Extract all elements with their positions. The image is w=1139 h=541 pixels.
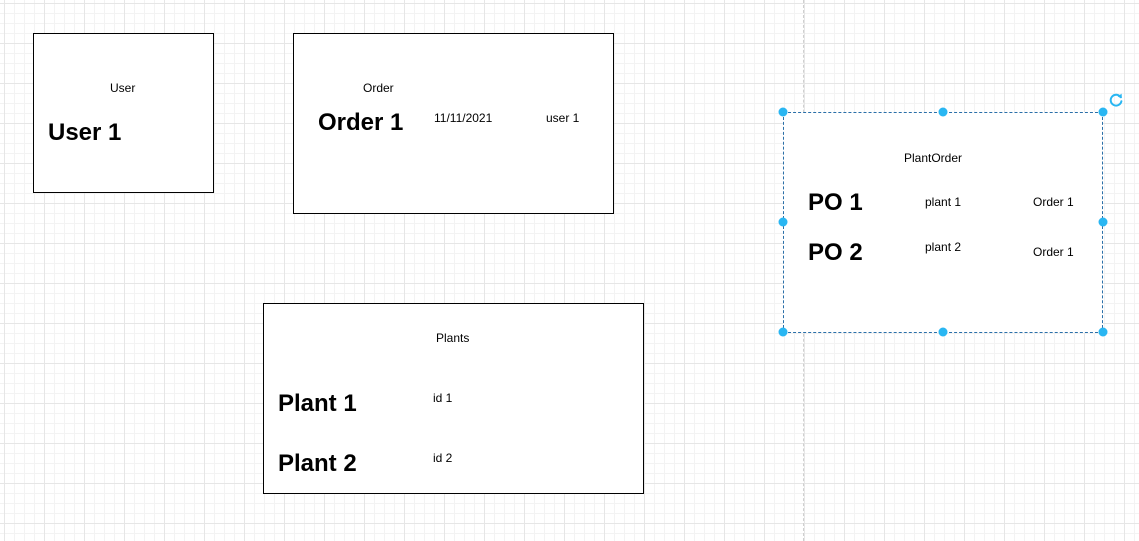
po-row-2-plant: plant 2 [925,240,962,254]
plant-row-2-id: id 2 [433,451,453,465]
po-row-1-order: Order 1 [1033,195,1074,209]
po-row-1-name: PO 1 [808,189,863,216]
user-row-name: User 1 [48,119,122,146]
plant-row-2-name: Plant 2 [278,450,357,477]
plant-order-header: PlantOrder [904,151,963,165]
po-row-2-name: PO 2 [808,239,863,266]
plants-shape[interactable]: Plants Plant 1 id 1 Plant 2 id 2 [263,303,644,494]
user-shape[interactable]: User User 1 [33,33,214,193]
order-row-date: 11/11/2021 [434,111,493,125]
plants-header: Plants [436,331,470,345]
po-row-2-order: Order 1 [1033,245,1074,259]
resize-handle-right[interactable] [1098,217,1108,227]
resize-handle-top-right[interactable] [1098,107,1108,117]
resize-handle-bottom-right[interactable] [1098,327,1108,337]
resize-handle-left[interactable] [778,217,788,227]
order-header: Order [363,81,394,95]
plant-row-1-id: id 1 [433,391,453,405]
resize-handle-top[interactable] [938,107,948,117]
plant-row-1-name: Plant 1 [278,390,357,417]
resize-handle-bottom-left[interactable] [778,327,788,337]
user-header: User [110,81,136,95]
plant-order-shape[interactable]: PlantOrder PO 1 plant 1 Order 1 PO 2 pla… [783,112,1103,333]
resize-handle-top-left[interactable] [778,107,788,117]
rotate-icon[interactable] [1108,92,1124,108]
resize-handle-bottom[interactable] [938,327,948,337]
order-shape[interactable]: Order Order 1 11/11/2021 user 1 [293,33,614,214]
order-row-name: Order 1 [318,109,404,136]
order-row-user: user 1 [546,111,580,125]
po-row-1-plant: plant 1 [925,195,962,209]
